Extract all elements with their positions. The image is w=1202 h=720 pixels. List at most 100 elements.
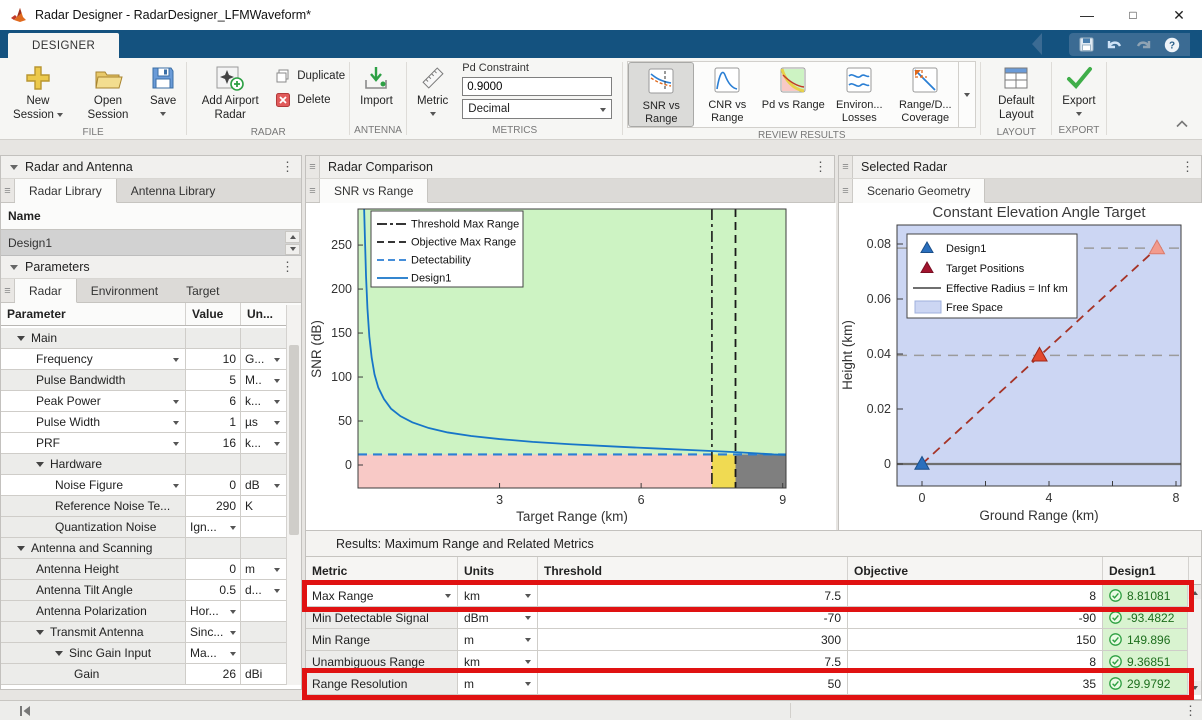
- results-row[interactable]: Range Resolutionm503529.9792: [306, 673, 1201, 695]
- results-threshold-cell[interactable]: 300: [538, 629, 848, 650]
- chevron-down-icon[interactable]: [173, 358, 179, 365]
- new-session-button[interactable]: New Session: [4, 60, 72, 125]
- parameter-row[interactable]: Reference Noise Te...290K: [1, 496, 286, 517]
- pd-constraint-input[interactable]: [462, 77, 612, 96]
- results-threshold-cell[interactable]: 50: [538, 673, 848, 694]
- results-threshold-cell[interactable]: -70: [538, 607, 848, 628]
- parameter-value[interactable]: 6: [186, 391, 241, 411]
- cnr-vs-range-button[interactable]: CNR vs Range: [694, 62, 760, 127]
- results-objective-cell[interactable]: 8: [848, 651, 1103, 672]
- metric-button[interactable]: Metric: [411, 60, 454, 122]
- range-doppler-coverage-button[interactable]: Range/D... Coverage: [892, 62, 958, 127]
- parameter-value[interactable]: 0.5: [186, 580, 241, 600]
- chevron-down-icon[interactable]: [274, 568, 280, 575]
- open-session-button[interactable]: Open Session: [74, 60, 142, 125]
- drag-grip-icon[interactable]: ≡: [839, 156, 853, 178]
- results-units-dropdown[interactable]: m: [458, 629, 538, 650]
- parameter-row[interactable]: Antenna and Scanning: [1, 538, 286, 559]
- close-button[interactable]: ✕: [1156, 0, 1202, 30]
- parameter-unit[interactable]: M..: [241, 370, 283, 390]
- spin-up-button[interactable]: [285, 231, 300, 243]
- results-row[interactable]: Max Rangekm7.588.81081: [306, 585, 1201, 607]
- parameter-row[interactable]: Antenna Tilt Angle0.5d...: [1, 580, 286, 601]
- parameter-row[interactable]: Pulse Width1µs: [1, 412, 286, 433]
- collapse-panel-icon[interactable]: [18, 705, 32, 717]
- delete-button[interactable]: Delete: [275, 92, 345, 108]
- spin-down-button[interactable]: [285, 244, 300, 256]
- drag-grip-icon[interactable]: ≡: [839, 179, 853, 202]
- chevron-down-icon[interactable]: [525, 616, 531, 623]
- tab-radar-library[interactable]: Radar Library: [15, 179, 117, 203]
- chevron-down-icon[interactable]: [230, 631, 236, 638]
- chevron-down-icon[interactable]: [173, 484, 179, 491]
- parameter-value[interactable]: Ma...: [186, 643, 241, 663]
- chevron-down-icon[interactable]: [274, 589, 280, 596]
- parameter-row[interactable]: Frequency10G...: [1, 349, 286, 370]
- parameter-value[interactable]: Hor...: [186, 601, 241, 621]
- panel-menu-icon[interactable]: ⋮: [1181, 159, 1194, 175]
- results-row[interactable]: Unambiguous Rangekm7.589.36851: [306, 651, 1201, 673]
- chevron-down-icon[interactable]: [173, 421, 179, 428]
- parameter-unit[interactable]: k...: [241, 433, 283, 453]
- parameter-row[interactable]: Transmit AntennaSinc...: [1, 622, 286, 643]
- chevron-down-icon[interactable]: [525, 660, 531, 667]
- tab-radar[interactable]: Radar: [15, 279, 77, 303]
- import-button[interactable]: Import: [354, 60, 399, 112]
- undo-icon[interactable]: [1106, 38, 1123, 52]
- parameter-value[interactable]: 1: [186, 412, 241, 432]
- snr-vs-range-button[interactable]: SNR vs Range: [628, 62, 694, 127]
- tab-snr-vs-range[interactable]: SNR vs Range: [320, 179, 428, 203]
- chevron-down-icon[interactable]: [230, 652, 236, 659]
- parameter-row[interactable]: Antenna Height0m: [1, 559, 286, 580]
- panel-menu-icon[interactable]: ⋮: [281, 259, 294, 275]
- scroll-up-button[interactable]: [1188, 585, 1201, 599]
- results-objective-cell[interactable]: 35: [848, 673, 1103, 694]
- collapse-caret-icon[interactable]: [10, 165, 18, 174]
- duplicate-button[interactable]: Duplicate: [275, 68, 345, 84]
- chevron-down-icon[interactable]: [230, 526, 236, 533]
- results-row[interactable]: Min Detectable SignaldBm-70-90-93.4822: [306, 607, 1201, 629]
- chevron-down-icon[interactable]: [173, 442, 179, 449]
- parameter-unit[interactable]: dB: [241, 475, 283, 495]
- save-button[interactable]: Save: [144, 60, 182, 122]
- design-list-item[interactable]: Design1: [1, 230, 301, 256]
- gallery-overflow-button[interactable]: [958, 62, 975, 127]
- collapse-caret-icon[interactable]: [55, 651, 63, 660]
- parameter-unit[interactable]: dBi: [241, 664, 283, 684]
- results-units-dropdown[interactable]: km: [458, 651, 538, 672]
- help-icon[interactable]: ?: [1164, 37, 1180, 53]
- parameter-value[interactable]: 0: [186, 559, 241, 579]
- scrollbar-thumb[interactable]: [289, 345, 299, 535]
- parameter-row[interactable]: Gain26dBi: [1, 664, 286, 685]
- quick-save-icon[interactable]: [1079, 37, 1094, 52]
- redo-icon[interactable]: [1135, 38, 1152, 52]
- parameter-value[interactable]: 5: [186, 370, 241, 390]
- parameter-row[interactable]: Sinc Gain InputMa...: [1, 643, 286, 664]
- results-row[interactable]: Min Rangem300150149.896: [306, 629, 1201, 651]
- drag-grip-icon[interactable]: ≡: [1, 179, 15, 202]
- results-threshold-cell[interactable]: 7.5: [538, 585, 848, 606]
- results-objective-cell[interactable]: 150: [848, 629, 1103, 650]
- parameters-scrollbar[interactable]: [286, 305, 301, 685]
- chevron-down-icon[interactable]: [173, 400, 179, 407]
- minimize-button[interactable]: —: [1064, 0, 1110, 30]
- parameter-value[interactable]: 0: [186, 475, 241, 495]
- chevron-down-icon[interactable]: [525, 682, 531, 689]
- format-dropdown[interactable]: Decimal: [462, 99, 612, 119]
- parameter-value[interactable]: 26: [186, 664, 241, 684]
- parameter-row[interactable]: Main: [1, 328, 286, 349]
- parameter-row[interactable]: Peak Power6k...: [1, 391, 286, 412]
- parameter-value[interactable]: 10: [186, 349, 241, 369]
- maximize-button[interactable]: □: [1110, 0, 1156, 30]
- collapse-caret-icon[interactable]: [36, 630, 44, 639]
- results-units-dropdown[interactable]: km: [458, 585, 538, 606]
- collapse-ribbon-icon[interactable]: [1176, 117, 1188, 131]
- parameter-row[interactable]: Hardware: [1, 454, 286, 475]
- parameter-unit[interactable]: d...: [241, 580, 283, 600]
- chevron-down-icon[interactable]: [230, 610, 236, 617]
- tab-antenna-library[interactable]: Antenna Library: [117, 179, 230, 202]
- parameter-value[interactable]: 290: [186, 496, 241, 516]
- parameter-value[interactable]: 16: [186, 433, 241, 453]
- parameter-row[interactable]: Quantization NoiseIgn...: [1, 517, 286, 538]
- tab-environment[interactable]: Environment: [77, 279, 172, 302]
